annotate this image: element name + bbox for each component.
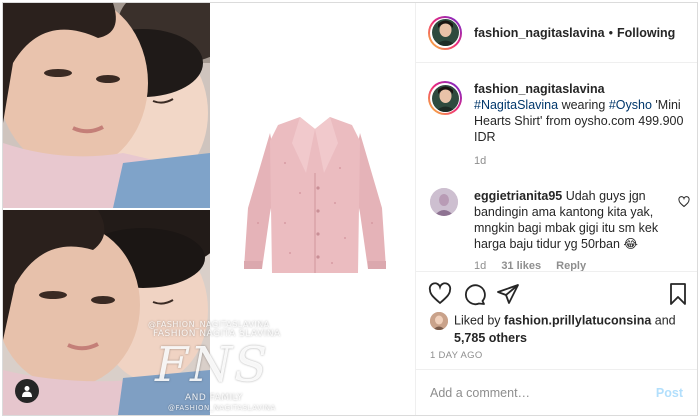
post-side-panel: fashion_nagitaslavina • Following fashio… — [415, 3, 697, 415]
likes-prefix: Liked by — [454, 313, 505, 328]
heart-icon[interactable] — [678, 196, 690, 211]
add-comment-bar: Post — [416, 369, 697, 415]
watermark-logo: FNS — [155, 337, 270, 393]
paper-plane-icon[interactable] — [496, 282, 520, 306]
avatar[interactable] — [428, 15, 462, 50]
instagram-post: @FASHION_NAGITASLAVINA FASHION NAGITA SL… — [2, 2, 698, 416]
liker-username[interactable]: fashion.prillylatuconsina — [504, 313, 651, 327]
following-button[interactable]: Following — [617, 26, 675, 40]
bookmark-icon[interactable] — [666, 282, 690, 306]
comment-input[interactable] — [430, 385, 656, 400]
comment-meta: 1d 31 likes Reply — [474, 260, 690, 271]
comments-list[interactable]: fashion_nagitaslavina #NagitaSlavina wea… — [416, 63, 697, 271]
caption-username[interactable]: fashion_nagitaslavina — [474, 81, 690, 97]
caption-text-wearing: wearing — [558, 98, 609, 112]
avatar[interactable] — [428, 81, 462, 115]
post-actions-area: Liked by fashion.prillylatuconsina and 5… — [416, 271, 697, 369]
post-header: fashion_nagitaslavina • Following — [416, 3, 697, 63]
likes-and: and — [651, 313, 676, 328]
comment-likes[interactable]: 31 likes — [501, 260, 541, 271]
caption-timestamp[interactable]: 1d — [474, 153, 690, 169]
action-bar — [428, 282, 686, 306]
post-media[interactable]: @FASHION_NAGITASLAVINA FASHION NAGITA SL… — [3, 3, 415, 415]
header-username[interactable]: fashion_nagitaslavina — [474, 26, 605, 40]
watermark-handle-small: @FASHION_NAGITASLAVINA — [168, 404, 276, 412]
photo-mother-son-top — [3, 3, 210, 208]
comment-username[interactable]: eggietrianita95 — [474, 189, 562, 203]
watermark-handle: @FASHION_NAGITASLAVINA — [148, 320, 270, 329]
avatar[interactable] — [430, 312, 448, 330]
post-caption: fashion_nagitaslavina #NagitaSlavina wea… — [428, 81, 690, 169]
heart-icon[interactable] — [428, 282, 452, 306]
comment-timestamp[interactable]: 1d — [474, 260, 486, 271]
avatar[interactable] — [430, 188, 458, 216]
post-age[interactable]: 1 DAY AGO — [430, 350, 483, 361]
hashtag-nagitaslavina[interactable]: #NagitaSlavina — [474, 98, 558, 112]
header-separator: • — [608, 25, 613, 40]
comment-item: eggietrianita95 Udah guys jgn bandingin … — [428, 188, 690, 271]
user-tag-icon[interactable] — [15, 379, 39, 403]
likes-count[interactable]: 5,785 others — [454, 330, 692, 346]
comment-icon[interactable] — [462, 282, 486, 306]
hashtag-oysho[interactable]: #Oysho — [609, 98, 652, 112]
likes-summary: Liked by fashion.prillylatuconsina and 5… — [430, 312, 692, 346]
post-button[interactable]: Post — [656, 386, 683, 400]
watermark-subtitle: AND FAMILY — [185, 393, 243, 403]
reply-button[interactable]: Reply — [556, 260, 586, 271]
